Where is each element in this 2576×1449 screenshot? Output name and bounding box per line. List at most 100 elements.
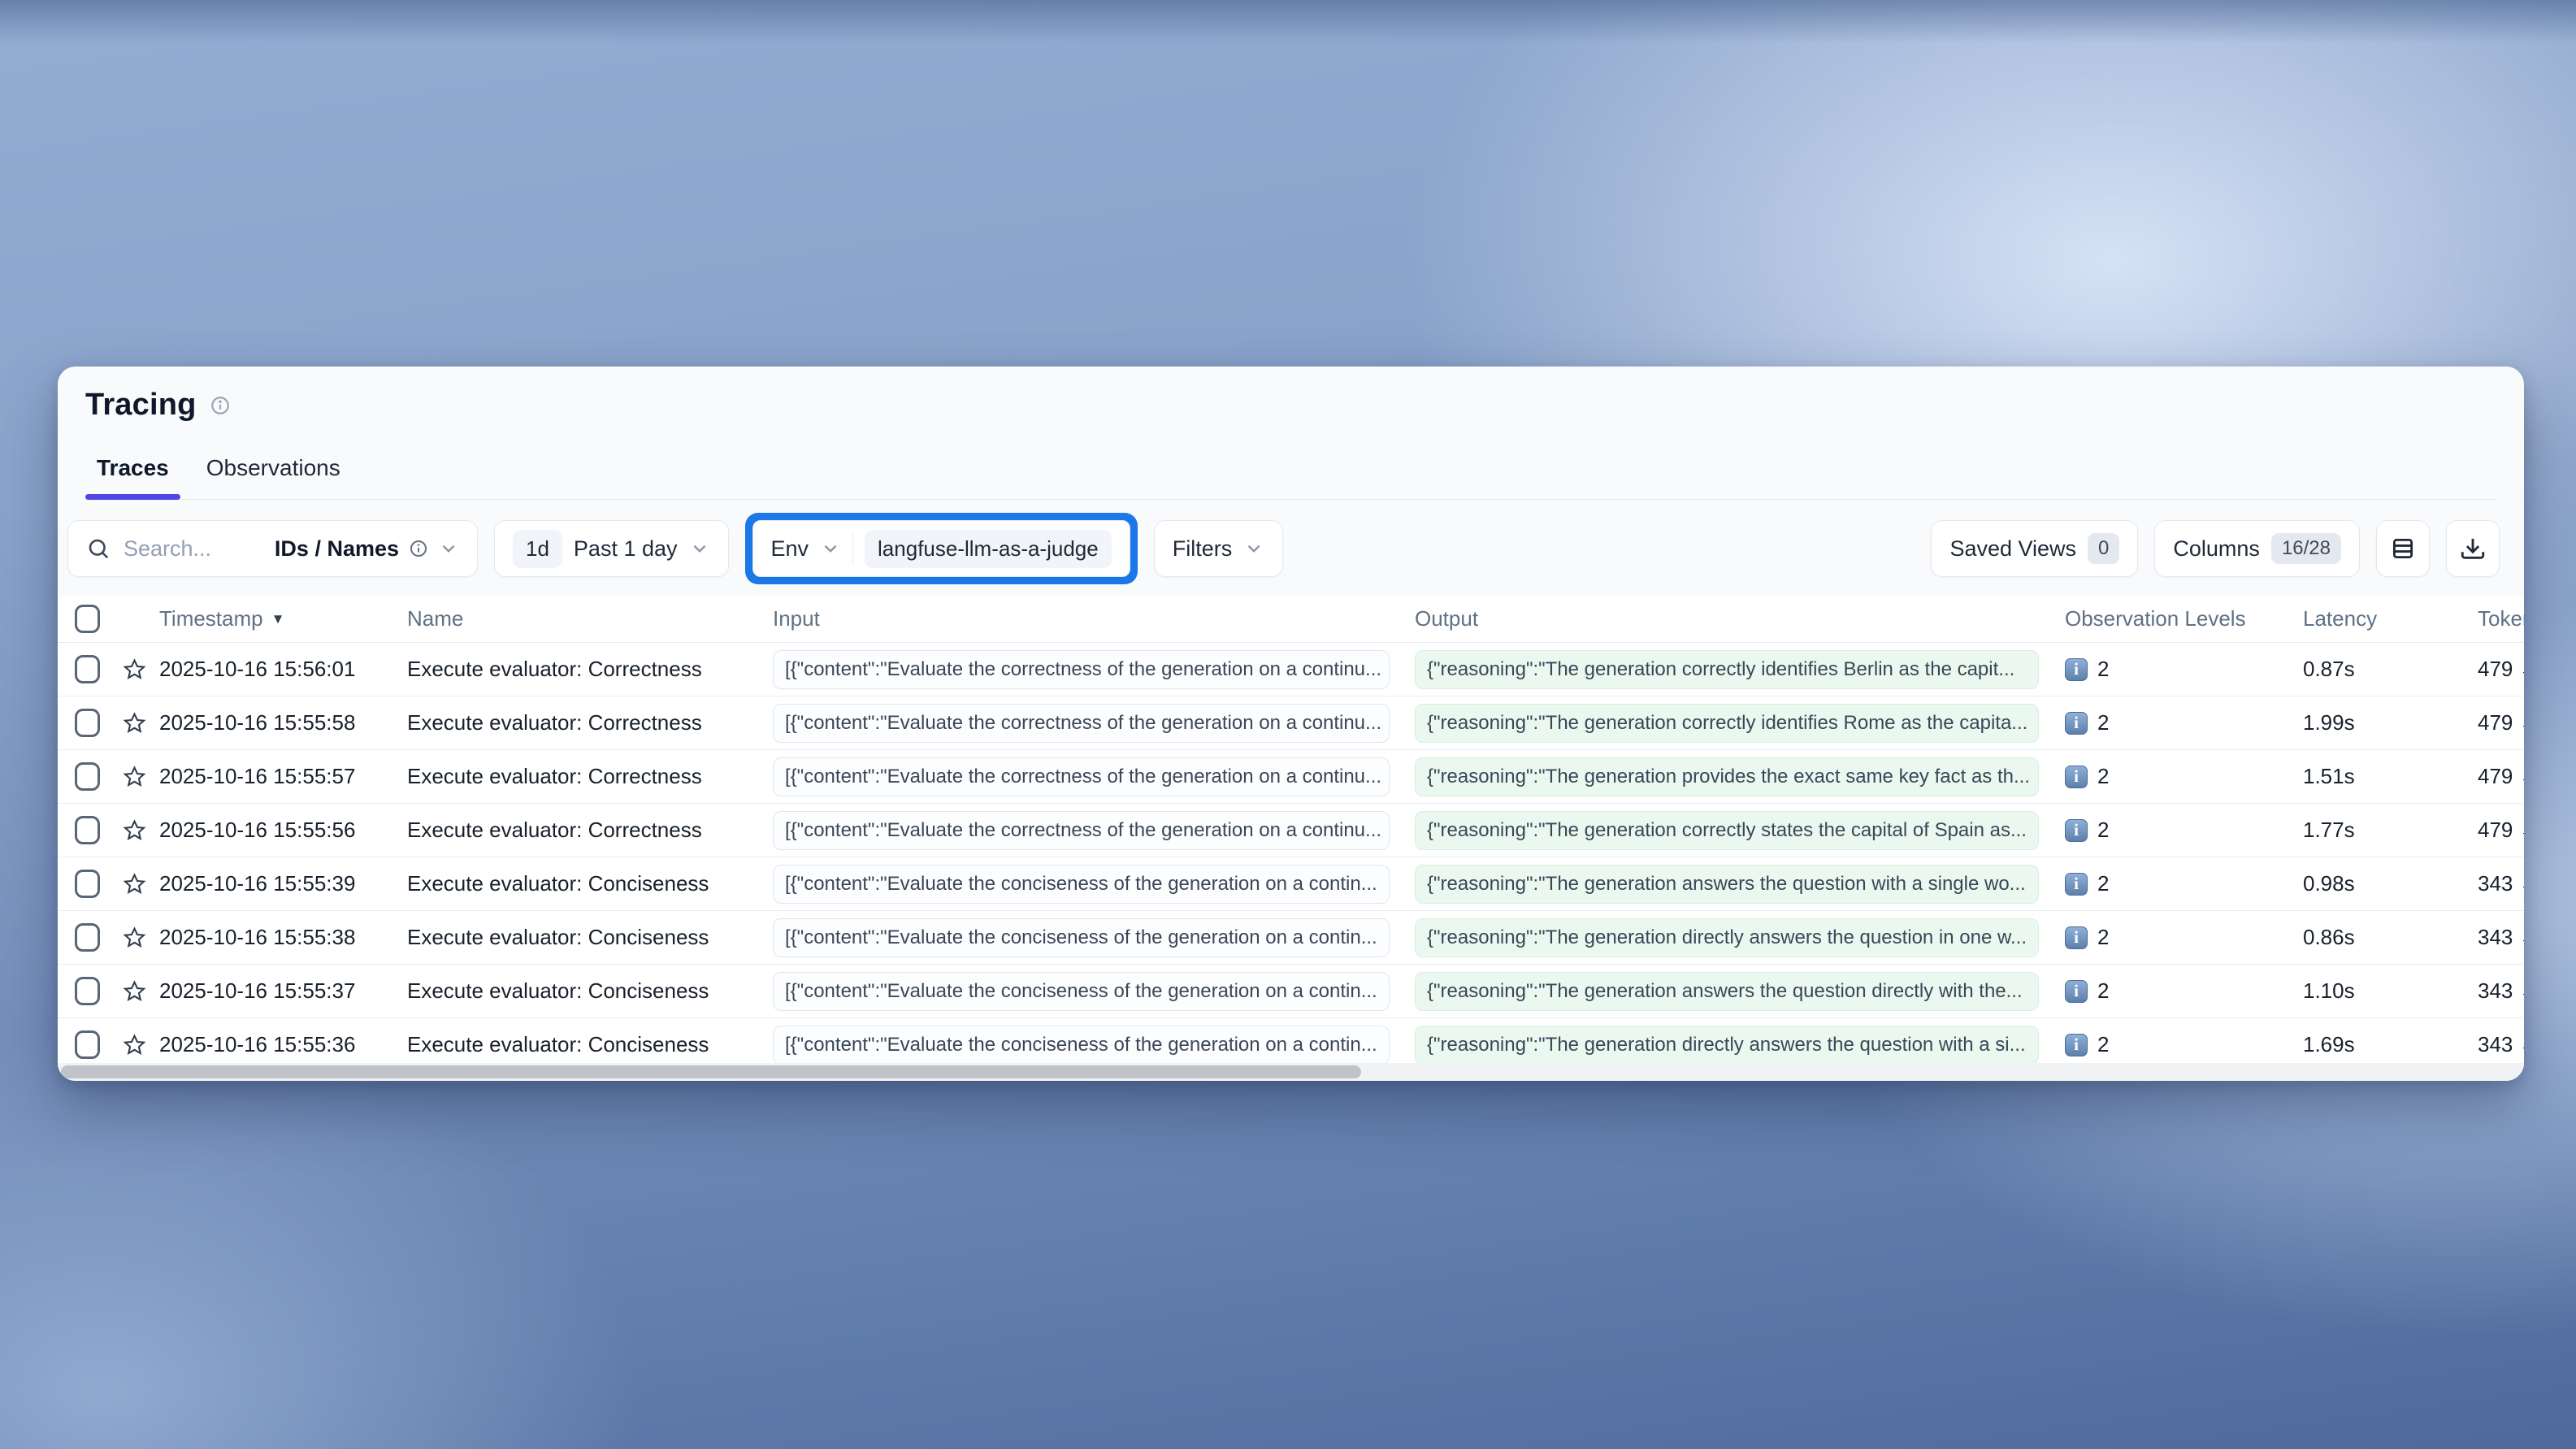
observation-count: 2 xyxy=(2097,657,2109,682)
tokens-cell: 343 → xyxy=(2471,871,2524,896)
input-preview[interactable]: [{"content":"Evaluate the conciseness of… xyxy=(773,1026,1390,1065)
table-row[interactable]: 2025-10-16 15:55:39 Execute evaluator: C… xyxy=(58,857,2524,911)
observation-count: 2 xyxy=(2097,710,2109,735)
filters-button[interactable]: Filters xyxy=(1154,520,1284,577)
star-icon[interactable] xyxy=(123,1033,146,1057)
info-icon[interactable] xyxy=(210,395,231,416)
latency-cell: 0.86s xyxy=(2296,925,2471,950)
search-input[interactable]: Search... IDs / Names xyxy=(67,520,478,577)
timestamp-cell: 2025-10-16 15:55:58 xyxy=(153,710,401,735)
output-preview[interactable]: {"reasoning":"The generation directly an… xyxy=(1415,1026,2039,1065)
row-checkbox[interactable] xyxy=(75,1030,100,1059)
row-height-icon xyxy=(2389,535,2417,562)
column-header-latency[interactable]: Latency xyxy=(2296,606,2471,631)
observation-count: 2 xyxy=(2097,1032,2109,1057)
input-preview[interactable]: [{"content":"Evaluate the correctness of… xyxy=(773,757,1390,796)
timestamp-cell: 2025-10-16 15:55:57 xyxy=(153,764,401,789)
table-row[interactable]: 2025-10-16 15:56:01 Execute evaluator: C… xyxy=(58,643,2524,696)
input-preview[interactable]: [{"content":"Evaluate the correctness of… xyxy=(773,704,1390,743)
star-icon[interactable] xyxy=(123,926,146,950)
latency-cell: 1.10s xyxy=(2296,978,2471,1004)
output-preview[interactable]: {"reasoning":"The generation directly an… xyxy=(1415,918,2039,957)
row-checkbox[interactable] xyxy=(75,977,100,1005)
divider xyxy=(852,532,853,565)
time-range-label: Past 1 day xyxy=(574,536,678,562)
trace-name-cell: Execute evaluator: Conciseness xyxy=(401,871,766,896)
saved-views-label: Saved Views xyxy=(1949,536,2076,562)
timestamp-cell: 2025-10-16 15:55:37 xyxy=(153,978,401,1004)
info-level-badge: i xyxy=(2065,819,2088,842)
info-level-badge: i xyxy=(2065,712,2088,735)
output-preview[interactable]: {"reasoning":"The generation correctly s… xyxy=(1415,811,2039,850)
input-preview[interactable]: [{"content":"Evaluate the conciseness of… xyxy=(773,972,1390,1011)
columns-count-badge: 16/28 xyxy=(2271,533,2341,564)
trace-name-cell: Execute evaluator: Correctness xyxy=(401,818,766,843)
latency-cell: 1.99s xyxy=(2296,710,2471,735)
observation-count: 2 xyxy=(2097,818,2109,843)
star-icon[interactable] xyxy=(123,711,146,735)
row-checkbox[interactable] xyxy=(75,655,100,683)
timestamp-cell: 2025-10-16 15:55:36 xyxy=(153,1032,401,1057)
observation-count: 2 xyxy=(2097,978,2109,1004)
star-icon[interactable] xyxy=(123,872,146,896)
column-header-output[interactable]: Output xyxy=(1408,606,2058,631)
tab-traces[interactable]: Traces xyxy=(97,455,169,499)
latency-cell: 1.69s xyxy=(2296,1032,2471,1057)
trace-name-cell: Execute evaluator: Conciseness xyxy=(401,978,766,1004)
output-preview[interactable]: {"reasoning":"The generation correctly i… xyxy=(1415,650,2039,689)
tab-observations[interactable]: Observations xyxy=(206,455,340,499)
input-preview[interactable]: [{"content":"Evaluate the conciseness of… xyxy=(773,865,1390,904)
toolbar: Search... IDs / Names 1d Past 1 day Env xyxy=(58,500,2524,596)
table-row[interactable]: 2025-10-16 15:55:56 Execute evaluator: C… xyxy=(58,804,2524,857)
search-scope-selector[interactable]: IDs / Names xyxy=(275,536,459,562)
select-all-checkbox[interactable] xyxy=(75,605,100,633)
column-header-tokens[interactable]: Tokens xyxy=(2471,606,2524,631)
tokens-cell: 479 → xyxy=(2471,764,2524,789)
timestamp-cell: 2025-10-16 15:55:39 xyxy=(153,871,401,896)
horizontal-scrollbar[interactable] xyxy=(58,1063,2524,1081)
trace-name-cell: Execute evaluator: Correctness xyxy=(401,710,766,735)
star-icon[interactable] xyxy=(123,979,146,1004)
latency-cell: 1.51s xyxy=(2296,764,2471,789)
row-checkbox[interactable] xyxy=(75,762,100,791)
row-height-button[interactable] xyxy=(2376,520,2430,577)
trace-name-cell: Execute evaluator: Conciseness xyxy=(401,925,766,950)
row-checkbox[interactable] xyxy=(75,816,100,844)
output-preview[interactable]: {"reasoning":"The generation provides th… xyxy=(1415,757,2039,796)
table-row[interactable]: 2025-10-16 15:55:38 Execute evaluator: C… xyxy=(58,911,2524,965)
column-header-timestamp[interactable]: Timestamp ▼ xyxy=(153,606,401,631)
output-preview[interactable]: {"reasoning":"The generation answers the… xyxy=(1415,972,2039,1011)
star-icon[interactable] xyxy=(123,818,146,843)
table-row[interactable]: 2025-10-16 15:55:37 Execute evaluator: C… xyxy=(58,965,2524,1018)
time-range-selector[interactable]: 1d Past 1 day xyxy=(494,520,729,577)
input-preview[interactable]: [{"content":"Evaluate the conciseness of… xyxy=(773,918,1390,957)
tokens-cell: 343 → xyxy=(2471,978,2524,1004)
column-header-observation-levels[interactable]: Observation Levels xyxy=(2058,606,2296,631)
table-row[interactable]: 2025-10-16 15:55:58 Execute evaluator: C… xyxy=(58,696,2524,750)
input-preview[interactable]: [{"content":"Evaluate the correctness of… xyxy=(773,650,1390,689)
horizontal-scrollbar-thumb[interactable] xyxy=(61,1065,1361,1078)
row-checkbox[interactable] xyxy=(75,709,100,737)
timestamp-cell: 2025-10-16 15:55:38 xyxy=(153,925,401,950)
row-checkbox[interactable] xyxy=(75,923,100,952)
input-preview[interactable]: [{"content":"Evaluate the correctness of… xyxy=(773,811,1390,850)
output-preview[interactable]: {"reasoning":"The generation correctly i… xyxy=(1415,704,2039,743)
env-filter[interactable]: Env langfuse-llm-as-a-judge xyxy=(752,520,1130,577)
output-preview[interactable]: {"reasoning":"The generation answers the… xyxy=(1415,865,2039,904)
row-checkbox[interactable] xyxy=(75,870,100,898)
timestamp-cell: 2025-10-16 15:56:01 xyxy=(153,657,401,682)
export-button[interactable] xyxy=(2446,520,2500,577)
table-header-row: Timestamp ▼ Name Input Output Observatio… xyxy=(58,596,2524,643)
table-row[interactable]: 2025-10-16 15:55:57 Execute evaluator: C… xyxy=(58,750,2524,804)
trace-name-cell: Execute evaluator: Correctness xyxy=(401,764,766,789)
latency-cell: 1.77s xyxy=(2296,818,2471,843)
observation-count: 2 xyxy=(2097,925,2109,950)
saved-views-button[interactable]: Saved Views 0 xyxy=(1931,520,2138,577)
column-header-name[interactable]: Name xyxy=(401,606,766,631)
tracing-panel: Tracing Traces Observations Search... ID… xyxy=(58,367,2524,1081)
columns-button[interactable]: Columns 16/28 xyxy=(2154,520,2360,577)
page-title: Tracing xyxy=(85,388,197,423)
star-icon[interactable] xyxy=(123,657,146,682)
star-icon[interactable] xyxy=(123,765,146,789)
column-header-input[interactable]: Input xyxy=(766,606,1408,631)
